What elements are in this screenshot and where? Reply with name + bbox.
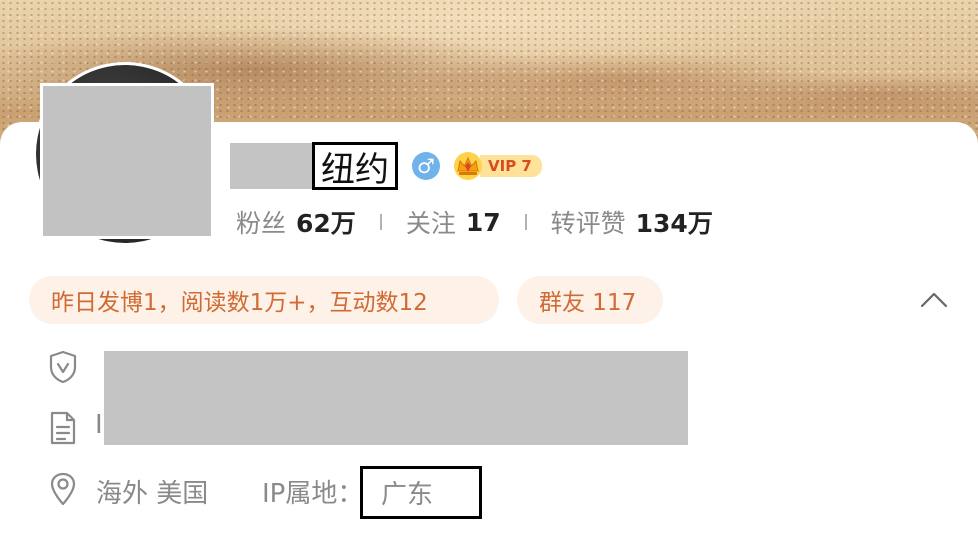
name-row: 纽约 ♂ VIP 7 bbox=[230, 140, 542, 192]
document-icon bbox=[50, 411, 76, 445]
map-pin-icon bbox=[50, 472, 76, 506]
male-icon: ♂ bbox=[412, 152, 440, 180]
profile-page: 纽约 ♂ VIP 7 粉丝 62万 关注 17 转评赞 134万 昨日发博1，阅… bbox=[0, 0, 978, 543]
stat-divider bbox=[379, 214, 382, 230]
vip-badge[interactable]: VIP 7 bbox=[452, 151, 542, 181]
shield-check-icon bbox=[49, 350, 77, 384]
ip-location-label: IP属地： bbox=[262, 479, 364, 509]
engagement-count: 134万 bbox=[635, 209, 713, 238]
activity-chip[interactable]: 昨日发博1，阅读数1万+，互动数12 bbox=[29, 276, 499, 324]
following-count[interactable]: 17 bbox=[466, 208, 501, 237]
crown-icon bbox=[454, 152, 482, 180]
location-text: 海外 美国 bbox=[96, 479, 209, 509]
engagement-label: 转评赞 bbox=[550, 209, 626, 238]
followers-count[interactable]: 62万 bbox=[296, 204, 356, 240]
vip-level: VIP 7 bbox=[480, 155, 542, 177]
stat-divider bbox=[524, 214, 527, 230]
followers-label[interactable]: 粉丝 bbox=[236, 204, 286, 240]
stats-row: 粉丝 62万 关注 17 转评赞 134万 bbox=[236, 204, 713, 240]
group-friends-chip[interactable]: 群友 117 bbox=[517, 276, 663, 324]
description-text: I bbox=[95, 410, 103, 440]
chevron-up-icon[interactable] bbox=[918, 284, 950, 316]
avatar-redaction bbox=[40, 83, 214, 239]
ip-location-value: 广东 bbox=[360, 466, 482, 519]
following-label[interactable]: 关注 bbox=[406, 204, 456, 240]
name-redaction bbox=[230, 143, 312, 189]
username: 纽约 bbox=[312, 142, 398, 190]
info-redaction bbox=[104, 351, 688, 445]
